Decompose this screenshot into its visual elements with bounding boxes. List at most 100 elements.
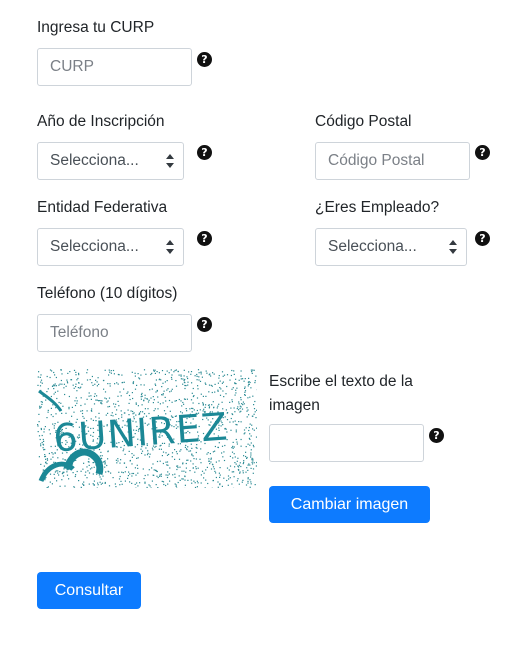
captcha-noise-dot [251,415,253,417]
captcha-noise-dot [140,374,142,376]
captcha-noise-dot [212,479,214,482]
captcha-noise-dot [146,486,148,488]
captcha-noise-dot [107,458,109,460]
curp-help-icon[interactable]: ? [197,52,212,67]
captcha-label-line: imagen [269,397,320,414]
captcha-noise-dot [56,480,58,482]
entidad-help-icon[interactable]: ? [197,231,212,246]
captcha-noise-dot [99,481,101,483]
captcha-noise-dot [44,456,46,458]
sort-arrows-icon [166,240,174,254]
captcha-noise-dot [97,377,99,379]
change-image-button[interactable]: Cambiar imagen [269,486,430,523]
captcha-noise-dot [176,453,178,455]
codigo-postal-input[interactable] [315,142,470,180]
captcha-noise-dot [192,467,194,469]
captcha-noise-dot [205,479,207,481]
captcha-noise-dot [163,390,165,392]
captcha-noise-dot [229,465,232,467]
captcha-noise-dot [229,421,231,423]
telefono-help-icon[interactable]: ? [197,317,212,332]
captcha-noise-dot [249,396,251,398]
captcha-noise-dot [88,395,90,397]
captcha-noise-dot [118,471,120,473]
captcha-noise-dot [240,465,242,468]
captcha-noise-dot [91,382,93,384]
captcha-noise-dot [52,404,54,406]
captcha-noise-dot [186,459,188,461]
captcha-noise-dot [237,457,239,459]
captcha-noise-dot [177,370,179,373]
captcha-noise-dot [141,392,143,394]
captcha-noise-dot [238,401,240,403]
captcha-noise-dot [192,402,194,404]
captcha-noise-dot [121,471,123,473]
captcha-noise-dot [80,470,82,472]
captcha-noise-dot [247,480,249,482]
captcha-noise-dot [81,410,84,412]
captcha-noise-dot [70,379,72,381]
captcha-noise-dot [51,385,54,387]
captcha-noise-dot [217,382,219,384]
captcha-noise-dot [238,483,240,485]
captcha-noise-dot [166,380,168,382]
captcha-noise-dot [238,464,240,466]
captcha-noise-dot [170,390,172,392]
curp-label: Ingresa tu CURP [37,19,155,36]
consultar-button[interactable]: Consultar [37,572,141,609]
captcha-noise-dot [71,406,73,408]
captcha-noise-dot [53,473,55,475]
captcha-noise-dot [159,460,161,462]
empleado-help-icon[interactable]: ? [475,231,490,246]
captcha-noise-dot [78,372,80,374]
entidad-select[interactable]: Selecciona... [37,228,184,266]
captcha-noise-dot [195,466,197,468]
captcha-noise-dot [201,376,203,378]
captcha-noise-dot [38,413,40,415]
empleado-select[interactable]: Selecciona... [315,228,467,266]
anio-help-icon[interactable]: ? [197,145,212,160]
captcha-noise-dot [178,458,181,460]
captcha-noise-dot [162,382,164,384]
captcha-noise-dot [86,398,88,400]
captcha-noise-dot [231,447,233,449]
captcha-noise-dot [43,440,45,442]
captcha-noise-dot [205,469,207,471]
captcha-image: 6UNIREZ [37,369,257,488]
anio-select[interactable]: Selecciona... [37,142,184,180]
captcha-noise-dot [168,473,170,475]
captcha-noise-dot [153,399,155,401]
curp-input[interactable] [37,48,192,86]
captcha-help-icon[interactable]: ? [429,428,444,443]
captcha-noise-dot [195,468,197,470]
captcha-noise-dot [244,391,246,393]
captcha-noise-dot [197,467,199,469]
captcha-noise-dot [128,394,131,397]
captcha-input[interactable] [269,424,424,462]
captcha-noise-dot [74,404,77,407]
captcha-noise-dot [88,464,90,466]
captcha-noise-dot [214,383,216,385]
captcha-noise-dot [118,405,120,407]
captcha-noise-dot [178,398,180,401]
captcha-noise-dot [247,409,249,411]
codigo-postal-help-icon[interactable]: ? [475,145,490,160]
captcha-noise-dot [231,451,234,453]
captcha-noise-dot [221,401,223,403]
captcha-noise-dot [252,460,254,462]
captcha-noise-dot [237,478,239,480]
captcha-noise-dot [233,446,235,448]
captcha-noise-dot [109,371,111,373]
captcha-noise-dot [200,474,202,476]
captcha-noise-dot [67,382,69,384]
captcha-noise-dot [137,373,139,375]
captcha-noise-dot [140,396,142,398]
captcha-noise-dot [40,443,42,445]
telefono-input[interactable] [37,314,192,352]
captcha-noise-dot [50,414,52,416]
captcha-noise-dot [184,475,186,478]
captcha-noise-dot [250,481,252,483]
captcha-noise-dot [200,462,202,464]
captcha-label: Escribe el texto de la imagen [269,370,413,418]
captcha-noise-dot [195,458,197,460]
